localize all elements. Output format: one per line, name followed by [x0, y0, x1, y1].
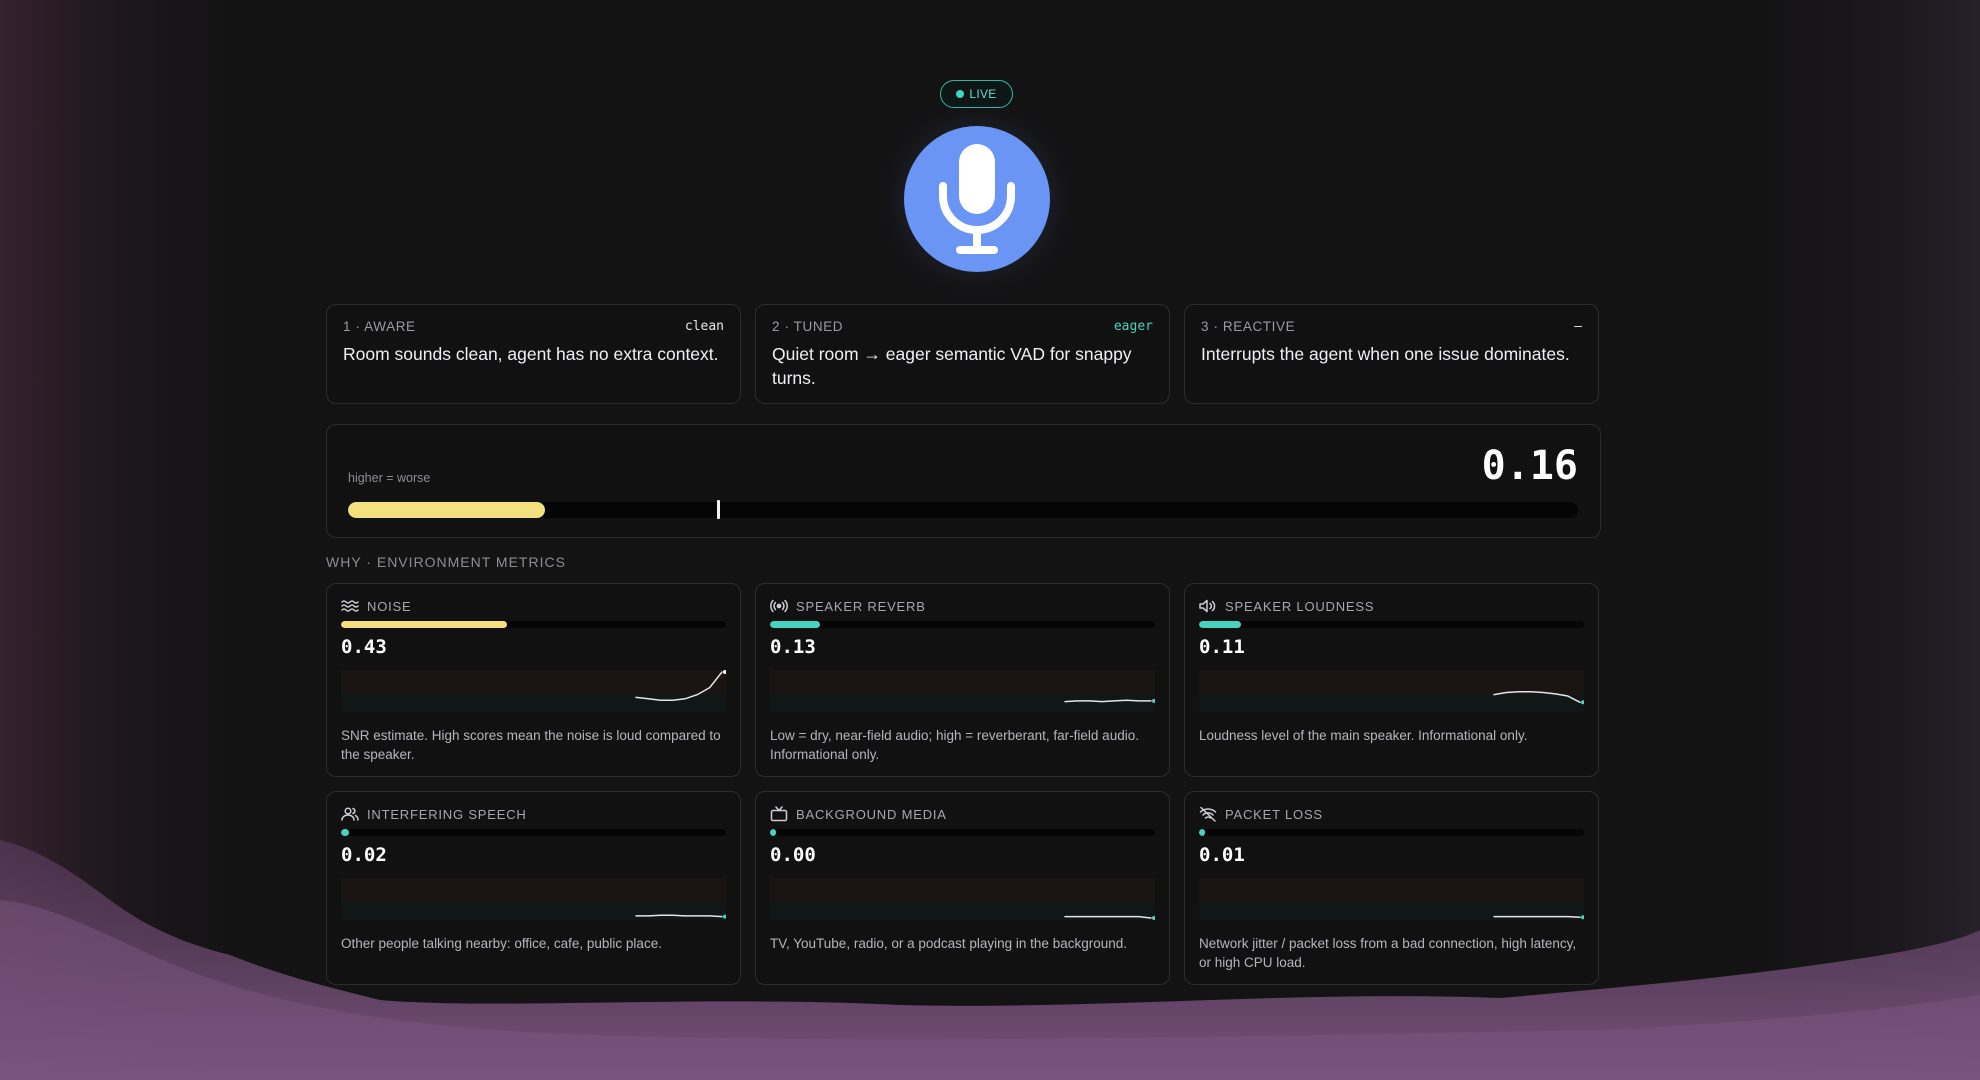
metric-card-background-media: BACKGROUND MEDIA 0.00 TV, YouTube, radio… [755, 791, 1170, 985]
microphone-icon [939, 144, 1015, 254]
metric-bar-fill [341, 621, 507, 628]
metric-value: 0.01 [1199, 844, 1245, 866]
stage-tag: clean [684, 319, 724, 334]
live-label: LIVE [969, 87, 997, 101]
stage-description: Quiet room → eager semantic VAD for snap… [772, 344, 1132, 388]
metric-bar-track [1199, 621, 1584, 628]
score-bar-fill [348, 502, 545, 518]
metric-name: INTERFERING SPEECH [367, 806, 527, 822]
stage-card-reactive: 3 · REACTIVE – Interrupts the agent when… [1184, 304, 1599, 404]
metric-description: TV, YouTube, radio, or a podcast playing… [770, 936, 1127, 951]
metric-sparkline [341, 670, 726, 712]
metric-name: PACKET LOSS [1225, 806, 1323, 822]
users-icon [341, 806, 359, 822]
stage-label: 2 · TUNED [772, 319, 844, 334]
metric-bar-fill [341, 829, 349, 836]
metric-value: 0.13 [770, 636, 816, 658]
speaker-icon [1199, 598, 1217, 614]
metric-card-speaker-loudness: SPEAKER LOUDNESS 0.11 Loudness level of … [1184, 583, 1599, 777]
metric-description: Other people talking nearby: office, caf… [341, 936, 662, 951]
metric-sparkline [770, 670, 1155, 712]
stage-label: 3 · REACTIVE [1201, 319, 1296, 334]
sparkline-ok-zone [1199, 694, 1584, 712]
sparkline-ok-zone [341, 902, 726, 920]
stage-description: Interrupts the agent when one issue domi… [1201, 344, 1570, 364]
metric-description: SNR estimate. High scores mean the noise… [341, 728, 721, 762]
stage-tag: – [1574, 319, 1582, 334]
metric-description: Loudness level of the main speaker. Info… [1199, 728, 1528, 743]
score-value: 0.16 [1481, 443, 1578, 489]
metric-bar-track [341, 621, 726, 628]
metric-description: Network jitter / packet loss from a bad … [1199, 936, 1577, 970]
microphone-button[interactable] [904, 126, 1050, 272]
score-hint: higher = worse [348, 471, 431, 485]
sparkline-ok-zone [770, 694, 1155, 712]
wifi-off-icon [1199, 806, 1217, 822]
metric-sparkline [1199, 878, 1584, 920]
metric-bar-fill [1199, 829, 1205, 836]
sparkline-warn-zone [1199, 670, 1584, 694]
section-title: WHY · ENVIRONMENT METRICS [326, 554, 566, 570]
threshold-marker [717, 500, 720, 519]
broadcast-icon [770, 598, 788, 614]
sparkline-ok-zone [341, 694, 726, 712]
metric-name: BACKGROUND MEDIA [796, 806, 947, 822]
live-dot-icon [956, 90, 965, 98]
sparkline-warn-zone [341, 670, 726, 694]
stage-card-tuned: 2 · TUNED eager Quiet room → eager seman… [755, 304, 1170, 404]
metric-bar-track [770, 621, 1155, 628]
metric-card-noise: NOISE 0.43 SNR estimate. High scores mea… [326, 583, 741, 777]
metric-bar-fill [1199, 621, 1242, 628]
metric-bar-track [770, 829, 1155, 836]
metric-card-packet-loss: PACKET LOSS 0.01 Network jitter / packet… [1184, 791, 1599, 985]
sparkline-warn-zone [341, 878, 726, 902]
metric-sparkline [341, 878, 726, 920]
metric-name: NOISE [367, 598, 412, 614]
metric-card-speaker-reverb: SPEAKER REVERB 0.13 Low = dry, near-fiel… [755, 583, 1170, 777]
sparkline-path [1493, 915, 1581, 919]
metric-bar-track [341, 829, 726, 836]
metric-sparkline [770, 878, 1155, 920]
metric-value: 0.43 [341, 636, 387, 658]
metric-value: 0.00 [770, 844, 816, 866]
stage-card-aware: 1 · AWARE clean Room sounds clean, agent… [326, 304, 741, 404]
stage-label: 1 · AWARE [343, 319, 416, 334]
metric-name: SPEAKER LOUDNESS [1225, 598, 1375, 614]
metric-card-interfering-speech: INTERFERING SPEECH 0.02 Other people tal… [326, 791, 741, 985]
metric-name: SPEAKER REVERB [796, 598, 926, 614]
live-status-badge: LIVE [940, 80, 1013, 108]
metric-bar-fill [770, 829, 776, 836]
app-root: LIVE 1 · AWARE clean Room sounds clean, … [0, 0, 1980, 1080]
sparkline-warn-zone [770, 670, 1155, 694]
overall-score-panel: higher = worse 0.16 [326, 424, 1601, 538]
metric-sparkline [1199, 670, 1584, 712]
stage-description: Room sounds clean, agent has no extra co… [343, 344, 719, 364]
metric-description: Low = dry, near-field audio; high = reve… [770, 728, 1139, 762]
waves-icon [341, 598, 359, 614]
metric-value: 0.02 [341, 844, 387, 866]
metric-value: 0.11 [1199, 636, 1245, 658]
score-bar-track [348, 502, 1578, 518]
tv-icon [770, 806, 788, 822]
metric-bar-track [1199, 829, 1584, 836]
metric-bar-fill [770, 621, 821, 628]
sparkline-warn-zone [770, 878, 1155, 902]
sparkline-warn-zone [1199, 878, 1584, 902]
stage-tag: eager [1113, 319, 1153, 334]
